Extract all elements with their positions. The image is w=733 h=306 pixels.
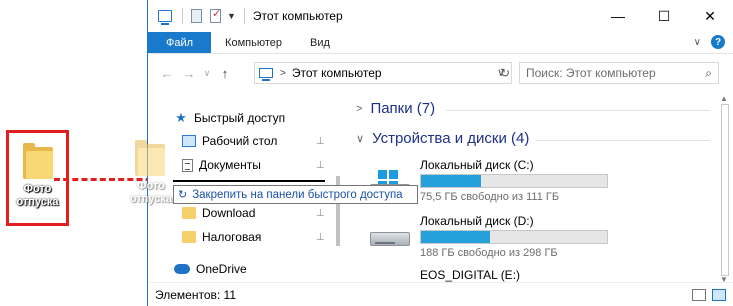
drive-name: Локальный диск (D:) [420,214,534,228]
sidebar-item-desktop[interactable]: Рабочий стол [182,134,277,148]
status-bar: Элементов: 11 [148,282,733,306]
content-scroll-thumb[interactable] [721,104,729,276]
group-devices[interactable]: ∨ Устройства и диски (4) [356,130,529,147]
ribbon-tabs: Файл Компьютер Вид ∨ ? [148,32,733,54]
minimize-button[interactable]: — [595,0,641,32]
cloud-icon [174,264,190,274]
group-divider [536,140,710,141]
drive-free-space: 75,5 ГБ свободно из 111 ГБ [420,191,560,203]
pin-icon: ⊥ [316,136,325,147]
view-switcher [692,289,726,301]
ribbon-expand-icon[interactable]: ∨ [694,37,701,48]
title-separator [182,8,183,24]
pin-icon: ⊥ [316,160,325,171]
drive-usage-bar [420,230,608,244]
window-title: Этот компьютер [252,9,343,23]
group-label: Папки (7) [370,100,436,117]
sidebar-item-nalogovaya[interactable]: Налоговая [182,230,261,244]
pin-icon: ⊥ [316,232,325,243]
maximize-button[interactable]: ☐ [641,0,687,32]
navigation-bar: ← → ∨ ↑ > Этот компьютер ∨ ↻ Поиск: Этот… [148,54,733,92]
content-scrollbar[interactable]: ▲ ▼ [716,94,733,284]
folder-icon [23,143,53,179]
star-icon: ★ [175,110,187,125]
details-view-icon[interactable] [692,289,706,301]
drive-e[interactable]: EOS_DIGITAL (E:) [366,268,706,282]
sidebar-item-label: Документы [199,158,261,172]
folder-icon [182,231,196,243]
tab-view[interactable]: Вид [296,32,344,53]
drive-name: Локальный диск (C:) [420,158,534,172]
help-icon[interactable]: ? [711,35,725,49]
documents-icon [182,158,193,172]
desktop-icon [182,135,196,147]
drive-usage-fill [421,175,481,187]
screen: Фото отпуска ▼ Этот компьютер — ☐ ✕ Файл… [0,0,733,306]
sidebar-item-documents[interactable]: Документы [182,158,261,172]
history-dropdown-button[interactable]: ∨ [200,68,214,79]
drive-usage-fill [421,231,490,243]
drive-d[interactable]: Локальный диск (D:) 188 ГБ свободно из 2… [366,214,706,264]
sidebar-item-download[interactable]: Download [182,206,255,220]
breadcrumb-separator[interactable]: > [280,68,286,79]
up-button[interactable]: ↑ [214,66,236,81]
drive-usage-bar [420,174,608,188]
dragged-folder-label-2: отпуска [129,193,173,205]
search-icon: ⌕ [705,65,712,80]
chevron-right-icon: > [356,102,363,115]
ribbon-right-controls: ∨ ? [694,35,725,49]
forward-button[interactable]: → [178,66,200,81]
back-button[interactable]: ← [156,66,178,81]
computer-icon [158,10,172,25]
tab-computer[interactable]: Компьютер [211,32,296,53]
close-button[interactable]: ✕ [687,0,733,32]
tab-file[interactable]: Файл [148,32,212,53]
computer-icon [259,68,273,81]
sidebar-item-onedrive[interactable]: OneDrive [174,262,247,276]
chevron-down-icon: ∨ [356,133,365,145]
explorer-window: ▼ Этот компьютер — ☐ ✕ Файл Компьютер Ви… [147,0,733,306]
drag-tooltip: ↻ Закрепить на панели быстрого доступа [173,185,418,204]
drop-insertion-line [173,180,325,182]
folder-icon [182,207,196,219]
scroll-up-icon[interactable]: ▲ [720,94,728,103]
drive-free-space: 188 ГБ свободно из 298 ГБ [420,247,558,259]
tooltip-text: Закрепить на панели быстрого доступа [192,188,403,201]
sidebar-item-quick-access[interactable]: ★ Быстрый доступ [174,110,285,126]
sidebar-item-label: Налоговая [202,230,262,244]
title-bar[interactable]: ▼ Этот компьютер — ☐ ✕ [148,0,733,32]
search-input[interactable]: Поиск: Этот компьютер ⌕ [519,62,719,84]
desktop-folder-label-1: Фото [23,183,52,195]
hdd-icon [370,222,414,254]
new-folder-icon[interactable] [210,7,221,23]
properties-icon[interactable] [191,9,202,23]
dragged-folder-label-1: Фото [137,180,165,192]
sidebar-item-label: Download [202,206,256,220]
pin-icon: ⊥ [316,208,325,219]
group-label: Устройства и диски (4) [372,130,530,147]
window-controls: — ☐ ✕ [595,0,733,32]
sidebar-item-label: OneDrive [196,262,247,276]
refresh-button[interactable]: ↻ [494,62,516,84]
sidebar-item-label: Рабочий стол [202,134,278,148]
pin-link-icon: ↻ [178,189,188,201]
group-folders[interactable]: > Папки (7) [356,100,435,117]
tiles-view-icon[interactable] [712,289,726,301]
dragged-folder-icon [135,140,165,176]
address-text: Этот компьютер [291,66,382,80]
desktop-folder-label-2: отпуска [16,196,59,208]
sidebar-item-label: Быстрый доступ [194,111,286,125]
group-divider [446,110,710,111]
search-placeholder: Поиск: Этот компьютер [526,66,656,80]
address-bar[interactable]: > Этот компьютер ∨ [254,62,512,84]
drive-name: EOS_DIGITAL (E:) [420,268,521,282]
quick-access-dropdown-icon[interactable]: ▼ [227,11,236,21]
item-count: Элементов: 11 [155,287,236,302]
title-separator-2 [243,8,245,24]
